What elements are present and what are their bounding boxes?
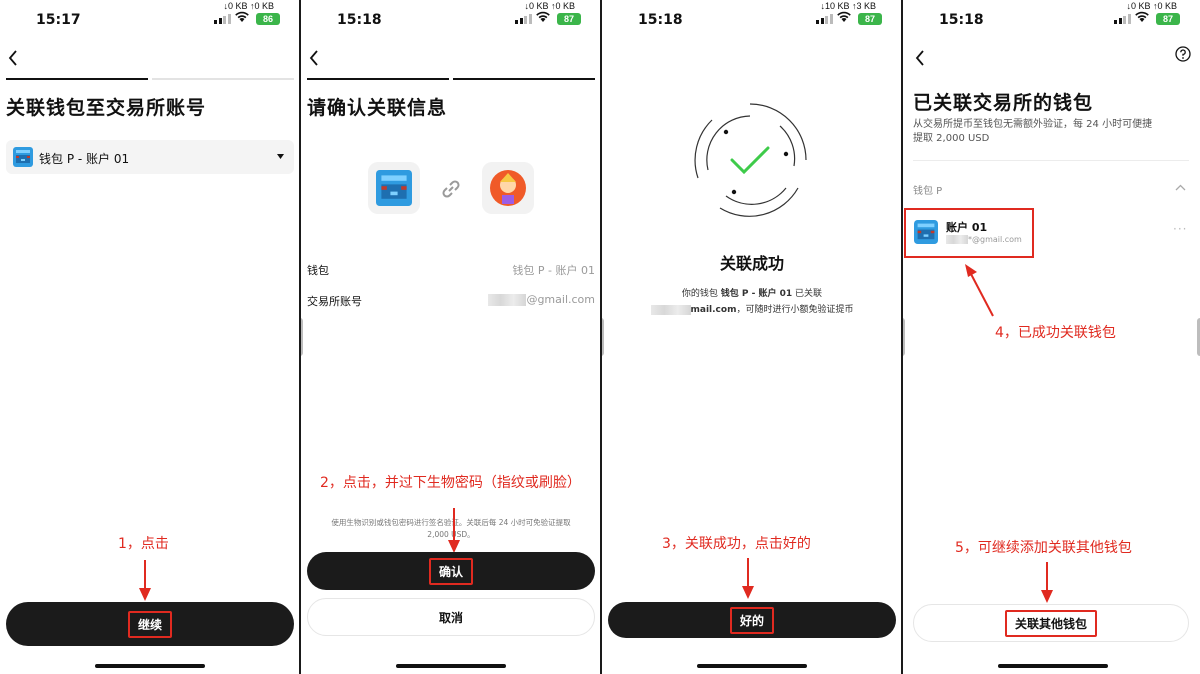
signal-icon bbox=[214, 14, 231, 24]
account-name: 账户 01 bbox=[946, 221, 988, 234]
back-arrow-icon[interactable] bbox=[913, 48, 927, 68]
pixel-wallet-icon bbox=[376, 170, 412, 206]
red-arrow-icon bbox=[965, 264, 994, 317]
wifi-icon bbox=[837, 11, 851, 22]
linked-account-item[interactable]: 账户 01 *@gmail.com bbox=[904, 208, 1034, 258]
annotation-step-2: 2，点击，并过下生物密码（指纹或刷脸） bbox=[320, 475, 581, 491]
scroll-handle bbox=[903, 318, 905, 356]
screen-link-success: 15:18 ↓10 KB ↑3 KB 87 关联成功 你的钱包 钱包 P - 账… bbox=[602, 0, 902, 674]
pixel-wallet-icon bbox=[914, 220, 938, 244]
success-check-icon bbox=[694, 103, 807, 217]
red-arrow-icon bbox=[1041, 562, 1053, 603]
wallet-row-label: 钱包 bbox=[307, 264, 329, 277]
confirm-button-label: 确认 bbox=[428, 557, 473, 585]
ok-button-label: 好的 bbox=[729, 606, 774, 634]
wifi-icon bbox=[1135, 11, 1149, 22]
back-arrow-icon[interactable] bbox=[307, 48, 321, 68]
pixel-wallet-icon bbox=[13, 147, 33, 167]
help-icon[interactable] bbox=[1175, 46, 1191, 62]
wallet-select[interactable]: 钱包 P - 账户 01 bbox=[6, 140, 294, 174]
back-arrow-icon[interactable] bbox=[6, 48, 20, 68]
status-bar: 15:17 ↓0 KB ↑0 KB 86 bbox=[0, 0, 300, 40]
redacted-email bbox=[488, 294, 527, 306]
network-speed: ↓0 KB ↑0 KB bbox=[524, 1, 575, 11]
exchange-account-row-label: 交易所账号 bbox=[307, 295, 362, 308]
battery-icon: 87 bbox=[557, 13, 581, 25]
signal-icon bbox=[1114, 14, 1131, 24]
annotation-step-5: 5，可继续添加关联其他钱包 bbox=[955, 540, 1132, 556]
status-time: 15:18 bbox=[939, 12, 984, 28]
cancel-button-label: 取消 bbox=[438, 610, 463, 625]
account-email: *@gmail.com bbox=[946, 235, 1022, 244]
page-title: 已关联交易所的钱包 bbox=[913, 92, 1094, 114]
status-time: 15:18 bbox=[638, 12, 683, 28]
annotation-step-4: 4，已成功关联钱包 bbox=[995, 325, 1116, 341]
redacted-email bbox=[650, 304, 691, 315]
continue-button[interactable]: 继续 bbox=[6, 602, 294, 646]
screen-linked-wallets: 15:18 ↓0 KB ↑0 KB 87 已关联交易所的钱包 从交易所提币至钱包… bbox=[903, 0, 1200, 674]
scroll-handle bbox=[301, 318, 303, 356]
page-subtitle: 从交易所提币至钱包无需额外验证，每 24 小时可便捷 提取 2,000 USD bbox=[913, 119, 1153, 144]
status-bar: 15:18 ↓10 KB ↑3 KB 87 bbox=[602, 0, 902, 40]
wallet-avatar bbox=[368, 162, 420, 214]
screen-link-wallet: 15:17 ↓0 KB ↑0 KB 86 关联钱包至交易所账号 钱包 P - 账… bbox=[0, 0, 300, 674]
divider bbox=[913, 160, 1189, 161]
link-other-wallet-button-label: 关联其他钱包 bbox=[1004, 609, 1097, 637]
red-arrow-icon bbox=[139, 560, 151, 601]
success-title: 关联成功 bbox=[719, 254, 784, 273]
chevron-up-icon[interactable] bbox=[1175, 184, 1186, 191]
more-options-icon[interactable]: ··· bbox=[1173, 222, 1187, 236]
step-progress bbox=[307, 78, 595, 80]
battery-icon: 87 bbox=[1156, 13, 1180, 25]
user-avatar-icon bbox=[490, 170, 526, 206]
annotation-step-1: 1，点击 bbox=[118, 536, 169, 552]
wallet-row-value: 钱包 P - 账户 01 bbox=[512, 264, 595, 277]
status-time: 15:17 bbox=[36, 12, 81, 28]
battery-icon: 86 bbox=[256, 13, 280, 25]
redacted-email bbox=[946, 235, 968, 244]
red-arrow-icon bbox=[742, 558, 754, 599]
home-indicator bbox=[95, 664, 205, 668]
annotation-step-3: 3，关联成功，点击好的 bbox=[662, 536, 811, 552]
home-indicator bbox=[697, 664, 807, 668]
status-bar: 15:18 ↓0 KB ↑0 KB 87 bbox=[903, 0, 1200, 40]
signal-icon bbox=[515, 14, 532, 24]
exchange-account-row-value: @gmail.com bbox=[488, 293, 595, 306]
confirm-button[interactable]: 确认 bbox=[307, 552, 595, 590]
network-speed: ↓10 KB ↑3 KB bbox=[820, 1, 876, 11]
step-progress bbox=[6, 78, 294, 80]
cancel-button[interactable]: 取消 bbox=[307, 598, 595, 636]
exchange-avatar bbox=[482, 162, 534, 214]
home-indicator bbox=[396, 664, 506, 668]
battery-icon: 87 bbox=[858, 13, 882, 25]
home-indicator bbox=[998, 664, 1108, 668]
wallet-select-value: 钱包 P - 账户 01 bbox=[39, 152, 130, 166]
chevron-down-icon bbox=[277, 154, 284, 159]
continue-button-label: 继续 bbox=[127, 610, 172, 638]
status-bar: 15:18 ↓0 KB ↑0 KB 87 bbox=[301, 0, 601, 40]
page-title: 请确认关联信息 bbox=[307, 97, 448, 119]
link-icon bbox=[442, 180, 460, 198]
red-arrow-icon bbox=[448, 508, 460, 553]
success-message: 你的钱包 钱包 P - 账户 01 已关联 mail.com，可随时进行小额免验… bbox=[602, 286, 902, 318]
signal-icon bbox=[816, 14, 833, 24]
wifi-icon bbox=[536, 11, 550, 22]
ok-button[interactable]: 好的 bbox=[608, 602, 896, 638]
wallet-section-label[interactable]: 钱包 P bbox=[913, 182, 942, 197]
network-speed: ↓0 KB ↑0 KB bbox=[223, 1, 274, 11]
page-title: 关联钱包至交易所账号 bbox=[6, 97, 207, 119]
link-other-wallet-button[interactable]: 关联其他钱包 bbox=[913, 604, 1189, 642]
network-speed: ↓0 KB ↑0 KB bbox=[1126, 1, 1177, 11]
status-time: 15:18 bbox=[337, 12, 382, 28]
wifi-icon bbox=[235, 11, 249, 22]
scroll-handle bbox=[602, 318, 604, 356]
screen-confirm-link: 15:18 ↓0 KB ↑0 KB 87 请确认关联信息 钱包 钱包 P - 账… bbox=[301, 0, 601, 674]
